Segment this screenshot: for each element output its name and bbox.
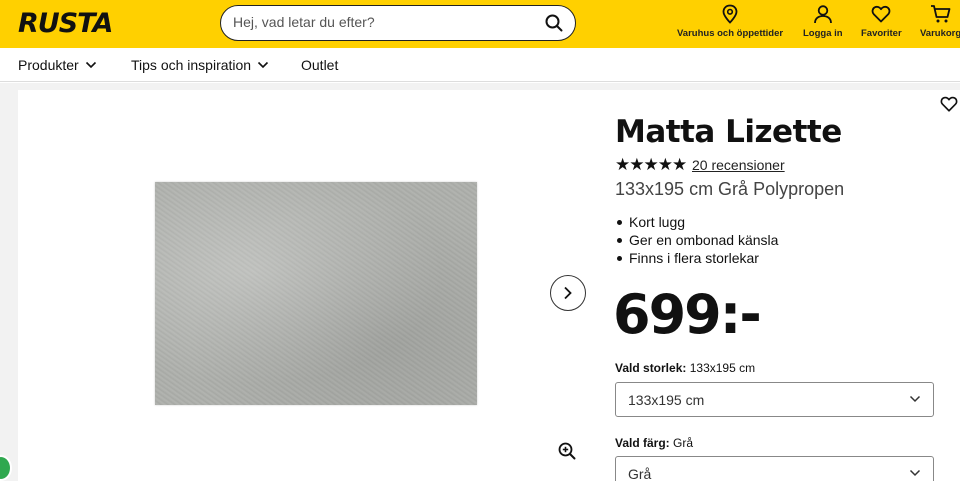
list-item: Finns i flera storlekar [615,249,778,267]
size-select-value: 133x195 cm [628,392,705,408]
product-title: Matta Lizette [615,114,842,150]
header-login-link[interactable]: Logga in [803,4,843,39]
header-stores-link[interactable]: Varuhus och öppettider [677,4,783,39]
header-stores-label: Varuhus och öppettider [677,28,784,39]
nav-item-label: Produkter [18,57,79,73]
product-subtitle: 133x195 cm Grå Polypropen [615,179,845,199]
main-nav: Produkter Tips och inspiration Outlet [0,48,960,82]
search-bar[interactable] [220,5,576,41]
product-image-gallery [18,90,598,481]
location-pin-icon [722,4,738,24]
rusta-logo[interactable]: RUSTA [18,8,113,39]
nav-item-label: Tips och inspiration [131,57,252,73]
color-label-value: Grå [673,436,694,450]
search-input[interactable] [233,14,533,30]
size-label: Vald storlek: 133x195 cm [615,361,755,375]
cart-icon [930,5,950,23]
list-item: Kort lugg [615,213,778,231]
product-features: Kort lugg Ger en ombonad känsla Finns i … [615,213,778,267]
nav-item-products[interactable]: Produkter [18,57,97,73]
site-header: RUSTA Varuhus och öppettider Logga in Fa… [0,0,960,48]
zoom-in-icon [558,442,576,460]
nav-item-tips[interactable]: Tips och inspiration [131,57,269,73]
color-label: Vald färg: Grå [615,436,693,450]
heart-icon [940,96,958,112]
list-item: Ger en ombonad känsla [615,231,778,249]
header-cart-link[interactable]: Varukorg [920,4,960,39]
reviews-link[interactable]: 20 recensioner [692,157,785,173]
zoom-button[interactable] [558,442,576,465]
product-price: 699:- [613,283,762,346]
header-cart-label: Varukorg [920,28,960,39]
chevron-right-icon [564,286,572,300]
search-icon[interactable] [545,14,563,37]
chevron-down-icon [909,395,921,403]
add-to-favorites-button[interactable] [940,95,958,118]
gallery-next-button[interactable] [550,275,586,311]
product-image-rug[interactable] [155,182,477,405]
chevron-down-icon [85,61,96,69]
nav-item-outlet[interactable]: Outlet [301,57,338,73]
size-label-title: Vald storlek: [615,361,687,375]
rating-stars: ★★★★★ [615,155,687,174]
chevron-down-icon [258,61,269,69]
user-icon [813,5,832,24]
size-label-value: 133x195 cm [689,361,756,375]
header-favorites-link[interactable]: Favoriter [861,4,902,39]
color-select[interactable]: Grå [615,456,934,481]
chevron-down-icon [909,469,921,477]
color-label-title: Vald färg: [615,436,670,450]
header-login-label: Logga in [803,28,843,39]
nav-item-label: Outlet [301,57,339,73]
heart-icon [871,5,891,23]
size-select[interactable]: 133x195 cm [615,382,934,417]
header-favorites-label: Favoriter [861,28,902,39]
color-select-value: Grå [628,466,652,481]
